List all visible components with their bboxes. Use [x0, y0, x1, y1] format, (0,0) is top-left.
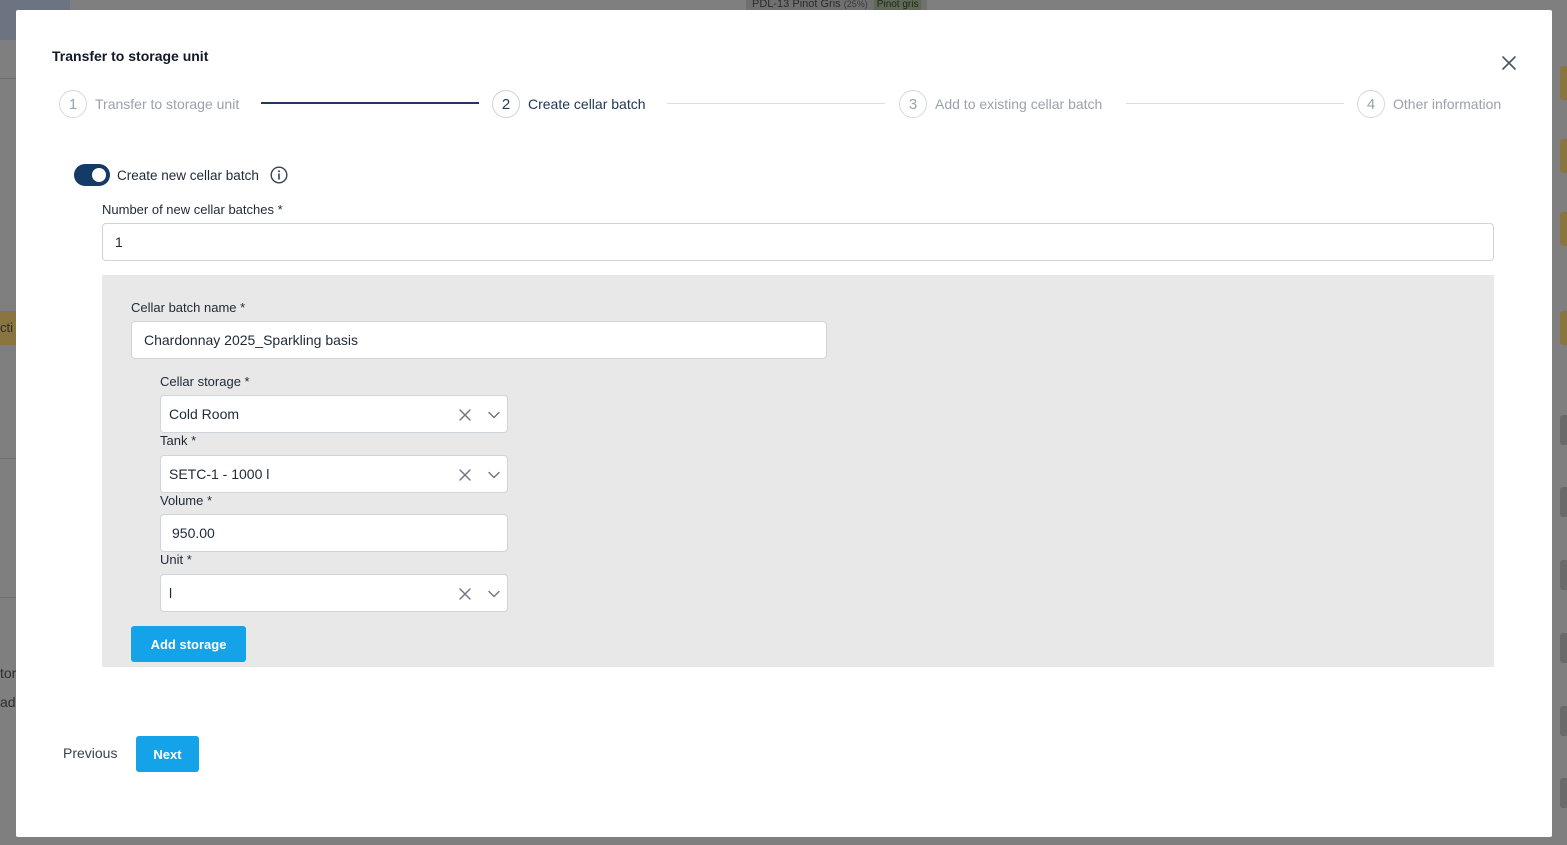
tank-label: Tank * [160, 433, 197, 448]
clear-icon[interactable] [458, 468, 472, 482]
next-button[interactable]: Next [136, 736, 199, 772]
background-tag: PDL-13 Pinot Gris (25%) Pinot gris [746, 0, 928, 10]
clear-icon[interactable] [458, 408, 472, 422]
batch-name-input[interactable]: Chardonnay 2025_Sparkling basis [131, 321, 827, 359]
toggle-knob [92, 168, 106, 182]
num-batches-input[interactable]: 1 [102, 223, 1494, 261]
volume-value: 950.00 [172, 525, 215, 541]
step-label: Transfer to storage unit [95, 96, 240, 112]
step-number: 4 [1357, 90, 1385, 118]
stepper-connector-done [261, 102, 479, 104]
cellar-storage-value: Cold Room [169, 406, 240, 422]
step-3[interactable]: 3 Add to existing cellar batch [899, 89, 1102, 119]
transfer-modal: Transfer to storage unit 1 Transfer to s… [16, 10, 1552, 837]
cellar-storage-label: Cellar storage * [160, 374, 250, 389]
batch-name-label: Cellar batch name * [131, 300, 246, 315]
create-batch-toggle-row: Create new cellar batch [74, 164, 288, 186]
toggle-label: Create new cellar batch [117, 167, 259, 183]
background-tag-percent: (25%) [843, 0, 868, 9]
background-tag-text: PDL-13 Pinot Gris [752, 0, 841, 10]
background-left-text: tor [0, 665, 17, 681]
background-right-indicator [1560, 706, 1567, 736]
background-right-indicator [1560, 139, 1567, 173]
background-left-text: ad [0, 694, 16, 710]
step-label: Add to existing cellar batch [935, 96, 1103, 112]
chevron-down-icon[interactable] [487, 587, 501, 601]
background-right-indicator [1560, 560, 1567, 590]
unit-value: l [169, 585, 173, 601]
tank-value: SETC-1 - 1000 l [169, 466, 270, 482]
unit-label: Unit * [160, 552, 192, 567]
volume-label: Volume * [160, 493, 213, 508]
info-icon[interactable] [270, 166, 288, 184]
background-right-indicator [1560, 311, 1567, 345]
step-number: 1 [59, 90, 87, 118]
background-right-indicator [1560, 487, 1567, 517]
clear-icon[interactable] [458, 587, 472, 601]
chevron-down-icon[interactable] [487, 468, 501, 482]
background-left-badge: cti [0, 311, 16, 345]
background-divider [0, 78, 16, 79]
step-label: Create cellar batch [528, 96, 646, 112]
tank-select[interactable]: SETC-1 - 1000 l [160, 455, 508, 493]
volume-input[interactable]: 950.00 [160, 514, 508, 552]
step-1[interactable]: 1 Transfer to storage unit [59, 89, 239, 119]
step-number: 2 [492, 90, 520, 118]
background-right-indicator [1560, 633, 1567, 663]
close-icon[interactable] [1500, 54, 1518, 72]
chevron-down-icon[interactable] [487, 408, 501, 422]
step-4[interactable]: 4 Other information [1357, 89, 1501, 119]
stepper-connector [667, 103, 885, 104]
background-tag-chip: Pinot gris [873, 0, 922, 10]
create-new-batch-toggle[interactable] [74, 164, 110, 186]
cellar-batch-panel: Cellar batch name * Chardonnay 2025_Spar… [102, 275, 1494, 667]
num-batches-label: Number of new cellar batches * [102, 202, 283, 217]
background-divider [0, 597, 16, 598]
step-2[interactable]: 2 Create cellar batch [492, 89, 646, 119]
stepper: 1 Transfer to storage unit 2 Create cell… [59, 89, 1511, 119]
background-right-indicator [1560, 66, 1567, 100]
step-label: Other information [1393, 96, 1502, 112]
modal-title: Transfer to storage unit [52, 48, 209, 64]
background-right-indicator [1560, 415, 1567, 445]
batch-name-value: Chardonnay 2025_Sparkling basis [144, 332, 359, 348]
background-right-indicator [1560, 778, 1567, 808]
background-right-indicator [1560, 212, 1567, 246]
previous-button[interactable]: Previous [63, 745, 117, 761]
add-storage-button[interactable]: Add storage [131, 626, 246, 662]
step-number: 3 [899, 90, 927, 118]
background-divider [0, 458, 16, 459]
num-batches-value: 1 [115, 234, 123, 250]
cellar-storage-select[interactable]: Cold Room [160, 395, 508, 433]
unit-select[interactable]: l [160, 574, 508, 612]
stepper-connector [1126, 103, 1344, 104]
